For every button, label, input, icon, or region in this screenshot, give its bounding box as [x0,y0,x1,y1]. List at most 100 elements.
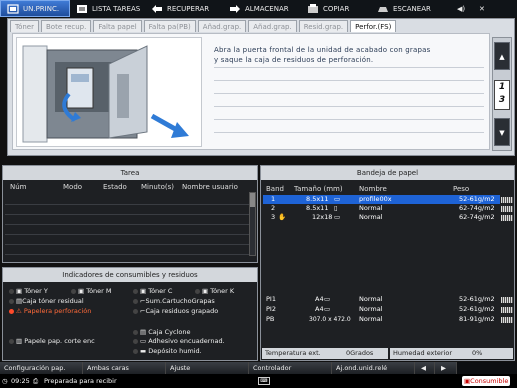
cut-paper-indicator: ▥ Papele pap. corte enc [9,337,95,346]
status-dot [195,288,200,294]
home-button[interactable]: UN.PRINC. [0,0,70,17]
status-time: 09:25 [11,377,30,385]
paper-level-icon [501,197,513,203]
volume-button[interactable]: ◀) [451,0,473,17]
recall-button[interactable]: RECUPERAR [145,0,223,17]
finisher-illustration [16,37,202,147]
text-rule [214,80,484,81]
tray-row-pb[interactable]: PB 307.0 x 472.0 Normal 81-91g/m2 [263,315,500,324]
status-dot [133,288,138,294]
tray-col-band: Band [266,185,284,193]
tab-add-staples-2[interactable]: Añad.grap. [248,20,297,32]
tray-col-size: Tamaño (mm) [294,185,343,193]
paper-setting-button[interactable]: Configuración pap. [0,362,83,374]
paper-orientation-icon: ▭ [324,305,331,313]
job-scroll-thumb[interactable] [250,193,255,207]
right-arrow-icon: ▶ [441,364,446,372]
recall-icon [151,4,163,14]
tab-add-staples-1[interactable]: Añad.grap. [197,20,247,32]
waste-toner-indicator: ▤Caja tóner residual [9,297,84,306]
prev-page-button[interactable]: ◀ [415,362,435,374]
consumables-title: Indicadores de consumibles y residuos [3,268,257,282]
staple-cartridge-indicator: ⌐Sum.CartuchoGrapas [133,297,215,306]
total-pages: 3 [498,95,506,105]
tray-row-pi1[interactable]: PI1 A4 ▭ Normal 52-61g/m2 [263,295,500,304]
consumables-pane: Indicadores de consumibles y residuos ▣ … [2,267,258,361]
tray-row-1[interactable]: 1 8.5x11 ▭ profile00x 52-61g/m2 [263,195,500,204]
tab-staple-waste[interactable]: Resid.grap. [298,20,349,32]
page-down-button[interactable]: ▼ [494,118,510,146]
next-page-button[interactable]: ▶ [435,362,457,374]
job-list-button[interactable]: LISTA TAREAS [70,0,145,17]
tab-toner[interactable]: Tóner [10,20,39,32]
list-icon [76,4,88,14]
copy-icon [307,3,319,14]
binder-adhesive-indicator: ▭ Adhesivo encuadernad. [133,337,225,346]
clock-icon: ◷ [2,377,8,385]
top-nav: UN.PRINC. LISTA TAREAS RECUPERAR ALMACEN… [0,0,517,17]
humidity-box: Humedad exterior 0% [390,348,513,359]
status-bar: ◷ 09:25 ⎙ Preparada para recibir ⌨ ▣Cons… [0,374,517,388]
paper-level-icon [501,317,513,323]
punch-waste-indicator: ⚠ Papelera perforación [9,307,91,316]
status-dot [9,298,14,304]
controller-button[interactable]: Controlador [249,362,332,374]
copy-button[interactable]: COPIAR [301,0,371,17]
up-arrow-icon: ▲ [499,53,505,61]
current-page: 1 [498,82,506,92]
status-dot [133,308,138,314]
left-arrow-icon: ◀ [421,364,426,372]
close-icon: ✕ [479,4,485,13]
temperature-box: Temperatura ext. 0Grados [262,348,388,359]
relay-adjust-button[interactable]: Aj.ond.unid.relé [332,362,415,374]
instruction-line-1: Abra la puerta frontal de la unidad de a… [214,46,431,54]
table-row[interactable] [5,246,255,255]
adjustment-button[interactable]: Ajuste [166,362,249,374]
tab-paper-out[interactable]: Falta papel [93,20,142,32]
paper-level-icon [501,297,513,303]
humidifier-indicator: ▬ Depósito humid. [133,347,202,356]
toner-icon: ▣ [16,287,25,295]
job-col-minutes: Minuto(s) [141,183,174,191]
keyboard-icon[interactable]: ⌨ [258,377,270,385]
finisher-door-illustration [17,38,201,146]
toner-y-indicator: ▣ Tóner Y [9,287,48,296]
table-row[interactable] [5,226,255,235]
scan-icon [377,4,389,14]
tab-waste-box[interactable]: Bote recup. [41,20,92,32]
tray-row-2[interactable]: 2 8.5x11 ▯ Normal 62-74g/m2 [263,204,500,213]
speaker-icon: ◀) [457,4,466,13]
text-rule [214,106,484,107]
scan-button[interactable]: ESCANEAR [371,0,451,17]
warning-icon: ✋ [278,213,287,221]
job-scrollbar[interactable] [249,192,256,256]
duplex-button[interactable]: Ambas caras [83,362,166,374]
tray-row-pi2[interactable]: PI2 A4 ▭ Normal 52-61g/m2 [263,305,500,314]
toner-k-indicator: ▣ Tóner K [195,287,234,296]
toner-m-indicator: ▣ Tóner M [71,287,112,296]
table-row[interactable] [5,216,255,225]
tab-paper-out-pb[interactable]: Falta pa(PB) [143,20,196,32]
consumable-alert[interactable]: ▣Consumible [462,376,511,386]
page-up-button[interactable]: ▲ [494,42,510,70]
store-button[interactable]: ALMACENAR [223,0,301,17]
status-dot [133,329,138,335]
paper-orientation-icon: ▭ [324,295,331,303]
job-col-mode: Modo [63,183,83,191]
staple-waste-indicator: ⌐Caja residuos grapado [133,307,218,316]
toner-icon: ▣ [78,287,87,295]
status-dot [133,348,138,354]
table-row[interactable] [5,206,255,215]
table-row[interactable] [5,196,255,205]
toner-icon: ▣ [140,287,149,295]
adhesive-icon: ▭ [140,337,149,345]
tab-punch-fs[interactable]: Perfor.(FS) [350,20,397,32]
close-button[interactable]: ✕ [473,0,495,17]
status-dot [9,288,14,294]
alert-dot [9,308,14,314]
punch-icon: ⚠ [16,307,24,315]
text-rule [214,67,484,68]
instruction-text: Abra la puerta frontal de la unidad de a… [214,45,484,65]
table-row[interactable] [5,236,255,245]
tray-row-3[interactable]: 3 ✋ 12x18 ▭ Normal 62-74g/m2 [263,213,500,222]
